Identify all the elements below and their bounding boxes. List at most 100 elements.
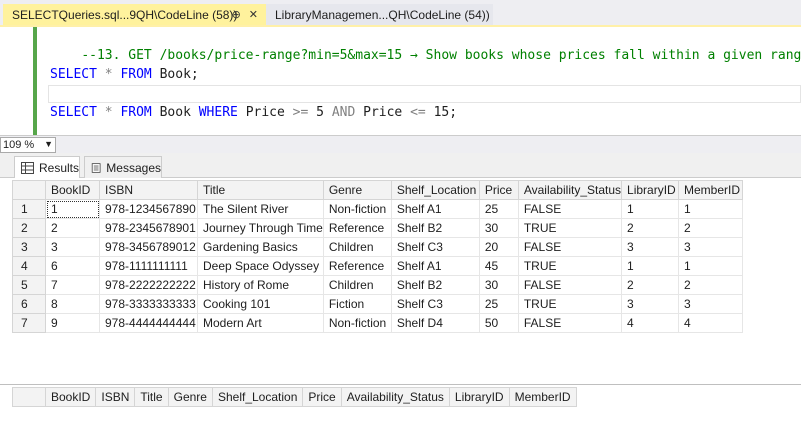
column-header[interactable]: ISBN — [95, 387, 136, 407]
grid-cell[interactable]: 2 — [678, 275, 744, 295]
grid-cell[interactable]: Modern Art — [197, 313, 324, 333]
column-header[interactable]: LibraryID — [448, 387, 510, 407]
close-icon[interactable]: ✕ — [249, 8, 258, 21]
grid-cell[interactable]: 2 — [621, 275, 680, 295]
grid-cell[interactable]: 30 — [478, 218, 519, 238]
grid-cell[interactable]: 978-2345678901 — [99, 218, 198, 238]
grid-cell[interactable]: 978-1234567890 — [99, 199, 198, 219]
tab-selectqueries[interactable]: SELECTQueries.sql...9QH\CodeLine (58)) ⊕… — [3, 4, 266, 25]
grid-cell[interactable]: History of Rome — [197, 275, 324, 295]
grid-cell[interactable]: 8 — [45, 294, 100, 314]
grid-cell[interactable]: Fiction — [322, 294, 392, 314]
grid-cell[interactable]: Reference — [322, 218, 392, 238]
row-number[interactable]: 3 — [12, 237, 46, 257]
table-row[interactable]: 4 6 978-1111111111 Deep Space Odyssey Refere… — [12, 256, 744, 276]
grid-corner[interactable] — [12, 387, 46, 407]
grid-cell[interactable]: 7 — [45, 275, 100, 295]
grid-cell[interactable]: Shelf C3 — [390, 237, 480, 257]
grid-cell[interactable]: 3 — [621, 294, 680, 314]
grid-cell[interactable]: 25 — [478, 294, 519, 314]
column-header[interactable]: Shelf_Location — [211, 387, 304, 407]
grid-cell[interactable]: 3 — [678, 237, 744, 257]
grid-cell[interactable]: TRUE — [517, 218, 623, 238]
results-grid[interactable]: BookID ISBN Title Genre Shelf_Location Price A… — [0, 178, 801, 384]
grid-cell[interactable]: 1 — [678, 199, 744, 219]
table-row[interactable]: 1 1 978-1234567890 The Silent River Non-fict… — [12, 199, 744, 219]
table-row[interactable]: 7 9 978-4444444444 Modern Art Non-fiction She… — [12, 313, 744, 333]
grid-cell[interactable]: Non-fiction — [322, 313, 392, 333]
grid-cell[interactable]: 978-3333333333 — [99, 294, 198, 314]
grid-cell[interactable]: Shelf A1 — [390, 256, 480, 276]
column-header[interactable]: Shelf_Location — [390, 180, 480, 200]
column-header[interactable]: Genre — [167, 387, 213, 407]
column-header[interactable]: Availability_Status — [517, 180, 623, 200]
column-header[interactable]: Title — [197, 180, 324, 200]
grid-cell[interactable]: 1 — [678, 256, 744, 276]
table-row[interactable]: 6 8 978-3333333333 Cooking 101 Fiction Shelf … — [12, 294, 744, 314]
column-header[interactable]: BookID — [45, 180, 100, 200]
column-header[interactable]: Genre — [322, 180, 392, 200]
grid-cell[interactable]: 9 — [45, 313, 100, 333]
column-header[interactable]: Price — [302, 387, 342, 407]
row-number[interactable]: 1 — [12, 199, 46, 219]
column-header[interactable]: BookID — [44, 387, 97, 407]
grid-cell[interactable]: FALSE — [517, 313, 623, 333]
pin-icon[interactable]: ⊕ — [232, 8, 241, 21]
grid-cell[interactable]: 2 — [621, 218, 680, 238]
column-header[interactable]: LibraryID — [621, 180, 680, 200]
row-number[interactable]: 7 — [12, 313, 46, 333]
grid-cell[interactable]: Shelf B2 — [390, 275, 480, 295]
grid-cell[interactable]: Children — [322, 237, 392, 257]
tab-messages[interactable]: Messages — [84, 156, 162, 178]
table-row[interactable]: 2 2 978-2345678901 Journey Through Time Refe… — [12, 218, 744, 238]
column-header[interactable]: MemberID — [508, 387, 577, 407]
tab-librarymanagement[interactable]: LibraryManagemen...QH\CodeLine (54)) — [266, 4, 493, 25]
grid-cell[interactable]: Cooking 101 — [197, 294, 324, 314]
column-header[interactable]: ISBN — [99, 180, 198, 200]
grid-cell[interactable]: Shelf C3 — [390, 294, 480, 314]
grid-cell[interactable]: Non-fiction — [322, 199, 392, 219]
row-number[interactable]: 5 — [12, 275, 46, 295]
column-header[interactable]: MemberID — [678, 180, 744, 200]
grid-cell[interactable]: Deep Space Odyssey — [197, 256, 324, 276]
grid-cell[interactable]: 4 — [621, 313, 680, 333]
grid-cell[interactable]: 2 — [45, 218, 100, 238]
grid-corner[interactable] — [12, 180, 46, 200]
grid-cell[interactable]: The Silent River — [197, 199, 324, 219]
table-row[interactable]: 3 3 978-3456789012 Gardening Basics Children… — [12, 237, 744, 257]
grid-cell[interactable]: 4 — [678, 313, 744, 333]
grid-cell[interactable]: 45 — [478, 256, 519, 276]
grid-cell[interactable]: Shelf D4 — [390, 313, 480, 333]
grid-cell[interactable]: 2 — [678, 218, 744, 238]
grid-cell[interactable]: 978-1111111111 — [99, 256, 198, 276]
row-number[interactable]: 4 — [12, 256, 46, 276]
grid-cell[interactable]: 3 — [621, 237, 680, 257]
grid-cell[interactable]: 1 — [621, 199, 680, 219]
grid-cell[interactable]: 6 — [45, 256, 100, 276]
grid-cell[interactable]: 25 — [478, 199, 519, 219]
column-header[interactable]: Title — [134, 387, 169, 407]
results-grid-2[interactable]: BookID ISBN Title Genre Shelf_Location Price A… — [0, 385, 801, 446]
zoom-select[interactable]: 109 % ▼ — [0, 137, 56, 153]
table-row[interactable]: 5 7 978-2222222222 History of Rome Children S… — [12, 275, 744, 295]
grid-cell[interactable]: Reference — [322, 256, 392, 276]
column-header[interactable]: Availability_Status — [340, 387, 450, 407]
row-number[interactable]: 2 — [12, 218, 46, 238]
grid-cell[interactable]: 20 — [478, 237, 519, 257]
grid-cell[interactable]: 1 — [45, 199, 100, 219]
grid-cell[interactable]: Shelf B2 — [390, 218, 480, 238]
row-number[interactable]: 6 — [12, 294, 46, 314]
grid-cell[interactable]: 50 — [478, 313, 519, 333]
grid-cell[interactable]: 978-4444444444 — [99, 313, 198, 333]
grid-cell[interactable]: Children — [322, 275, 392, 295]
tab-results[interactable]: Results — [14, 156, 80, 178]
query-editor[interactable]: --13. GET /books/price-range?min=5&max=1… — [0, 27, 801, 135]
column-header[interactable]: Price — [478, 180, 519, 200]
grid-cell[interactable]: 30 — [478, 275, 519, 295]
grid-cell[interactable]: 3 — [678, 294, 744, 314]
grid-cell[interactable]: 1 — [621, 256, 680, 276]
grid-cell[interactable]: FALSE — [517, 275, 623, 295]
grid-cell[interactable]: TRUE — [517, 294, 623, 314]
grid-cell[interactable]: Journey Through Time — [197, 218, 324, 238]
grid-cell[interactable]: 978-2222222222 — [99, 275, 198, 295]
